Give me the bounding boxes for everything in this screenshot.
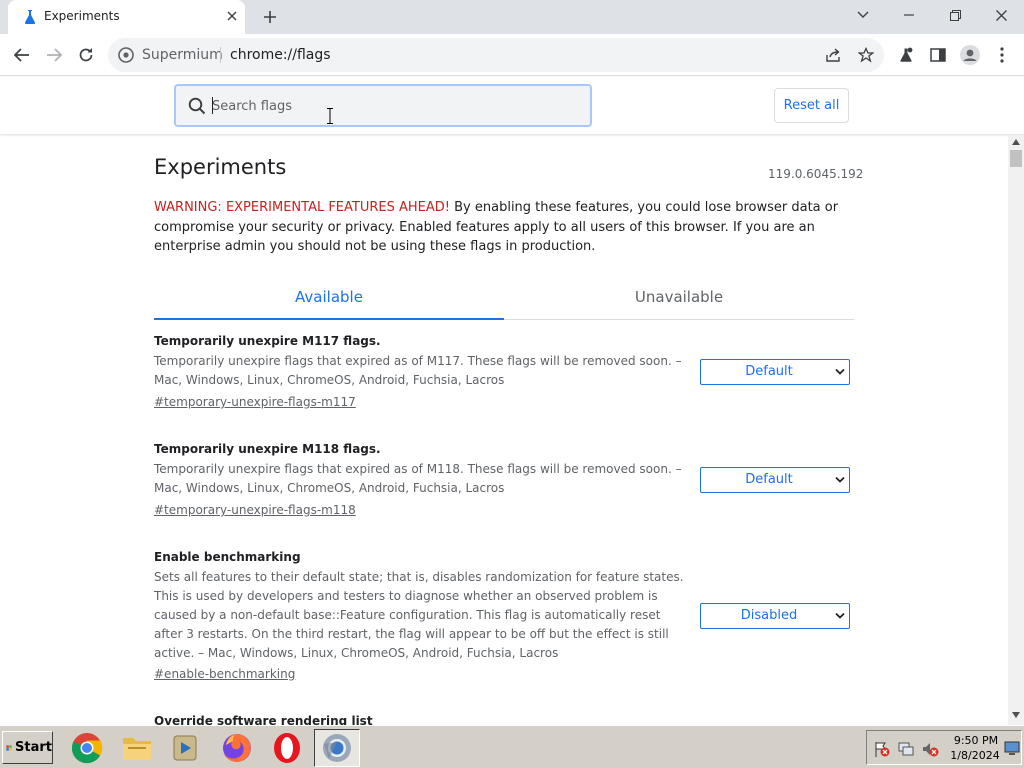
flag-title: Temporarily unexpire M118 flags. (154, 442, 381, 456)
restore-icon[interactable] (932, 0, 978, 30)
profile-avatar-icon[interactable] (954, 39, 986, 71)
ibeam-cursor-icon (327, 108, 333, 124)
bookmark-star-icon[interactable] (850, 39, 882, 71)
chrome-icon[interactable] (64, 729, 110, 767)
system-tray: 9:50 PM 1/8/2024 (866, 730, 1022, 765)
flag-state-value: Disabled (740, 608, 798, 623)
opera-icon[interactable] (264, 729, 310, 767)
select-chevron-down-icon (835, 612, 845, 619)
flag-state-value: Default (745, 364, 793, 379)
tab-available[interactable]: Available (154, 281, 504, 320)
tab-available-label: Available (295, 288, 363, 306)
search-icon (188, 97, 206, 115)
new-tab-icon[interactable] (258, 5, 282, 29)
start-button[interactable]: Start (2, 731, 53, 764)
action-center-flag-icon[interactable] (873, 740, 891, 758)
tab-title: Experiments (44, 9, 120, 23)
flag-title: Temporarily unexpire M117 flags. (154, 334, 381, 348)
flag-description: Temporarily unexpire flags that expired … (154, 462, 682, 495)
flag-item: Temporarily unexpire M117 flags. Tempora… (154, 334, 854, 424)
chrome-page-icon (118, 47, 134, 63)
side-panel-icon[interactable] (922, 39, 954, 71)
file-explorer-icon[interactable] (114, 729, 160, 767)
scroll-up-arrow-icon[interactable] (1012, 139, 1020, 145)
flag-permalink[interactable]: #enable-benchmarking (154, 667, 295, 681)
firefox-icon[interactable] (214, 729, 260, 767)
forward-arrow-icon[interactable] (38, 39, 70, 71)
warning-message: WARNING: EXPERIMENTAL FEATURES AHEAD! By… (154, 198, 854, 257)
warning-heading: WARNING: EXPERIMENTAL FEATURES AHEAD! (154, 200, 450, 215)
browser-toolbar: Supermium chrome://flags (0, 34, 1024, 76)
flag-state-select[interactable]: Disabled (700, 603, 850, 629)
flag-title: Enable benchmarking (154, 550, 301, 564)
tab-experiments[interactable]: Experiments (8, 0, 245, 34)
flag-permalink[interactable]: #temporary-unexpire-flags-m117 (154, 395, 356, 409)
text-caret (212, 97, 213, 114)
flag-permalink[interactable]: #temporary-unexpire-flags-m118 (154, 503, 356, 517)
start-label: Start (15, 740, 52, 755)
reset-all-button[interactable]: Reset all (774, 88, 849, 123)
scroll-down-arrow-icon[interactable] (1012, 712, 1020, 718)
tab-unavailable-label: Unavailable (634, 288, 724, 306)
volume-muted-icon[interactable] (921, 740, 939, 758)
select-chevron-down-icon (835, 368, 845, 375)
experiments-flask-icon[interactable] (890, 39, 922, 71)
reload-icon[interactable] (70, 39, 102, 71)
active-tab-indicator (154, 318, 504, 320)
flags-content: Experiments 119.0.6045.192 WARNING: EXPE… (0, 135, 1008, 725)
version-label: 119.0.6045.192 (768, 167, 864, 181)
flag-description: Temporarily unexpire flags that expired … (154, 354, 682, 387)
flag-item: Override software rendering list (154, 714, 854, 725)
tab-strip: Experiments (0, 0, 1024, 34)
flag-item: Temporarily unexpire M118 flags. Tempora… (154, 442, 854, 532)
omnibox-divider (220, 47, 221, 63)
share-icon[interactable] (818, 39, 850, 71)
flag-description: Sets all features to their default state… (154, 570, 684, 660)
clock-date[interactable]: 1/8/2024 (947, 749, 1003, 762)
tab-close-icon[interactable] (222, 6, 242, 26)
site-origin-label: Supermium (142, 47, 223, 63)
flag-title: Override software rendering list (154, 714, 373, 725)
flag-state-value: Default (745, 472, 793, 487)
vertical-scrollbar[interactable] (1008, 135, 1024, 725)
show-desktop-icon[interactable] (1003, 739, 1021, 757)
flag-state-select[interactable]: Default (700, 359, 850, 385)
minimize-icon[interactable] (886, 0, 932, 30)
supermium-icon[interactable] (314, 729, 360, 767)
clock-time[interactable]: 9:50 PM (951, 734, 1001, 747)
taskbar: Start 9:50 PM 1/8/2024 (0, 725, 1024, 768)
flags-tabs: Available Unavailable (154, 281, 854, 320)
flask-icon (24, 10, 36, 24)
page-title: Experiments (154, 155, 287, 179)
tab-unavailable[interactable]: Unavailable (504, 281, 854, 319)
search-flags-input[interactable] (212, 96, 572, 116)
menu-kebab-icon[interactable] (986, 39, 1018, 71)
flags-header: Reset all (0, 77, 1024, 134)
search-box[interactable] (174, 84, 592, 127)
address-bar[interactable]: Supermium chrome://flags (108, 38, 884, 72)
flag-state-select[interactable]: Default (700, 467, 850, 493)
select-chevron-down-icon (835, 476, 845, 483)
url-text[interactable]: chrome://flags (230, 47, 331, 63)
tab-search-chevron-down-icon[interactable] (840, 0, 886, 30)
windows-logo-icon (6, 744, 12, 751)
scrollbar-thumb[interactable] (1010, 150, 1022, 167)
close-window-icon[interactable] (978, 0, 1024, 30)
media-player-icon[interactable] (162, 729, 208, 767)
back-arrow-icon[interactable] (6, 39, 38, 71)
flag-item: Enable benchmarking Sets all features to… (154, 550, 854, 690)
network-icon[interactable] (897, 740, 915, 758)
